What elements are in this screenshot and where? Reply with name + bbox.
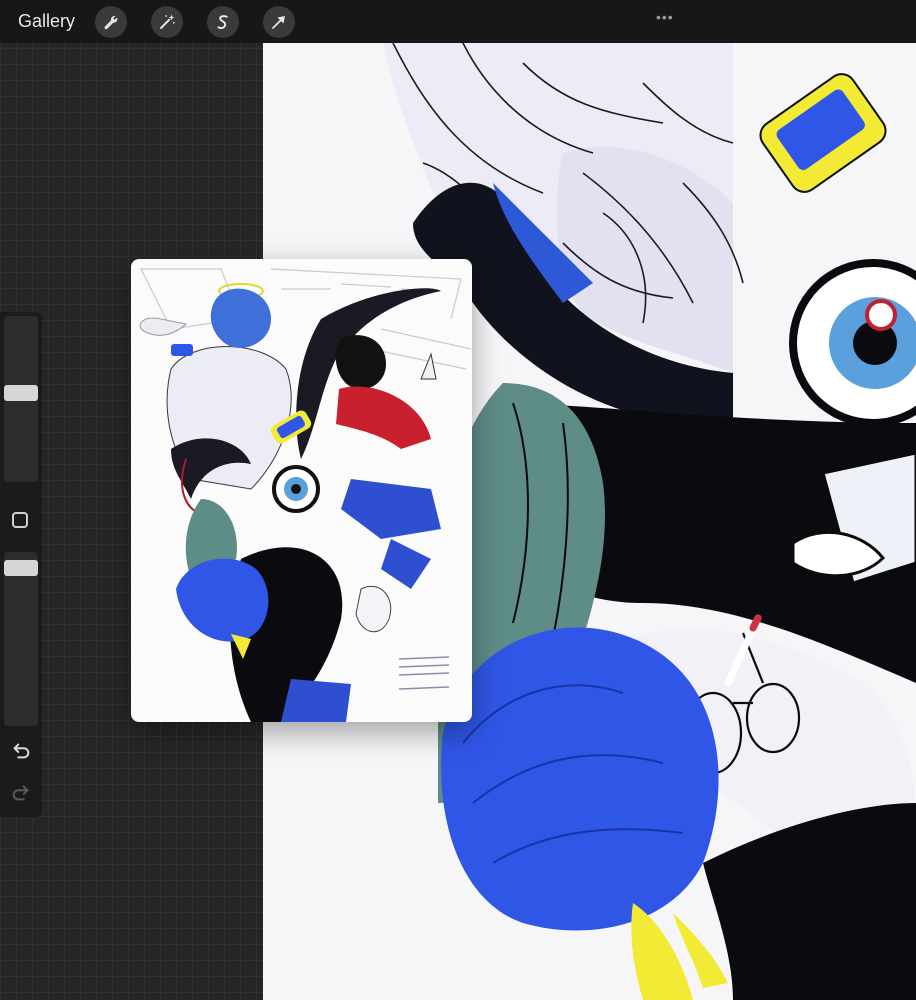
redo-icon[interactable] <box>10 782 32 804</box>
gallery-button[interactable]: Gallery <box>18 11 75 32</box>
wrench-icon <box>104 15 118 30</box>
selection-s-icon <box>217 15 228 29</box>
brush-size-thumb[interactable] <box>4 385 38 401</box>
magic-wand-icon <box>160 14 175 29</box>
undo-icon[interactable] <box>10 740 32 762</box>
modify-square-icon[interactable] <box>12 512 28 528</box>
selection-button[interactable] <box>207 6 239 38</box>
reference-window[interactable] <box>131 259 472 722</box>
opacity-thumb[interactable] <box>4 560 38 576</box>
actions-button[interactable] <box>95 6 127 38</box>
reference-artwork <box>139 268 472 722</box>
transform-button[interactable] <box>263 6 295 38</box>
opacity-slider[interactable] <box>4 552 38 726</box>
more-options-button[interactable]: ••• <box>656 9 674 25</box>
top-toolbar: Gallery ••• <box>0 0 916 43</box>
adjustments-button[interactable] <box>151 6 183 38</box>
left-sidebar <box>0 312 42 817</box>
transform-arrow-icon <box>272 16 285 29</box>
